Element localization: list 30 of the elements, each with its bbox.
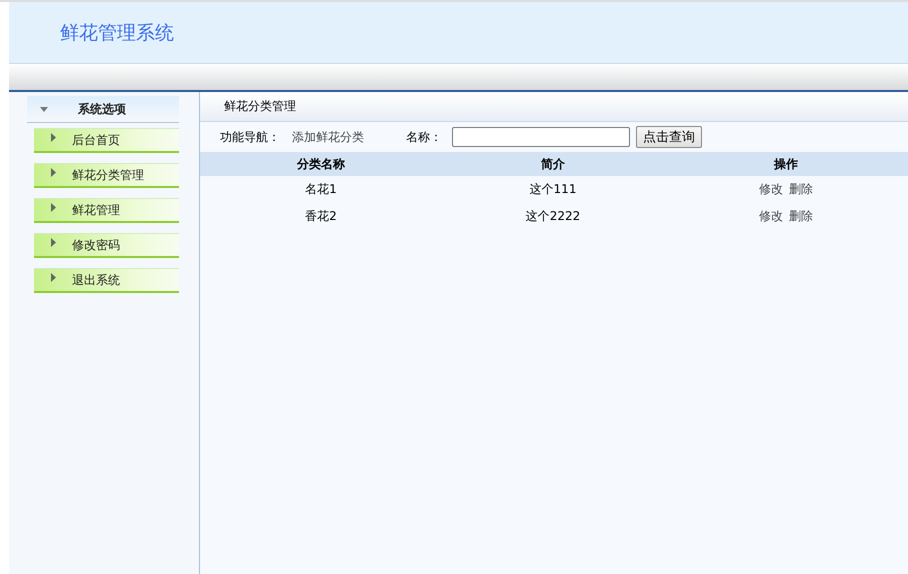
add-category-link[interactable]: 添加鲜花分类 xyxy=(292,128,364,146)
content-title: 鲜花分类管理 xyxy=(224,98,296,115)
sidebar-item[interactable]: 退出系统 xyxy=(34,268,179,293)
action-link[interactable]: 删除 xyxy=(789,182,813,196)
arrow-icon xyxy=(51,202,56,212)
sidebar-item[interactable]: 鲜花管理 xyxy=(34,198,179,223)
column-header: 分类名称 xyxy=(297,156,345,170)
table-cell: 这个2222 xyxy=(526,209,580,223)
sidebar-item[interactable]: 鲜花分类管理 xyxy=(34,163,179,188)
search-button[interactable]: 点击查询 xyxy=(636,126,702,148)
column-header: 操作 xyxy=(774,156,798,170)
action-link[interactable]: 修改 xyxy=(759,209,783,223)
name-label: 名称： xyxy=(406,128,442,146)
action-link[interactable]: 修改 xyxy=(759,182,783,196)
table-cell: 香花2 xyxy=(305,209,337,223)
sidebar-item[interactable]: 修改密码 xyxy=(34,233,179,258)
arrow-icon xyxy=(51,132,56,142)
sidebar-title: 系统选项 xyxy=(78,100,126,118)
arrow-icon xyxy=(51,238,56,246)
caret-icon xyxy=(40,106,48,112)
table-cell: 这个111 xyxy=(530,182,576,196)
name-input-field[interactable] xyxy=(452,127,630,147)
action-link[interactable]: 删除 xyxy=(789,209,813,223)
nav-label: 功能导航： xyxy=(220,128,280,146)
app-title: 鲜花管理系统 xyxy=(60,20,174,46)
arrow-icon xyxy=(51,168,56,176)
arrow-icon xyxy=(51,272,56,282)
table-cell: 名花1 xyxy=(305,182,337,196)
sidebar-item[interactable]: 后台首页 xyxy=(34,128,179,153)
column-header: 简介 xyxy=(541,156,565,170)
